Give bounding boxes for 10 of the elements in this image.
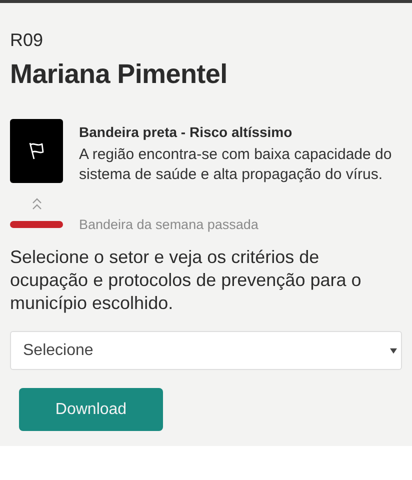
previous-flag-label: Bandeira da semana passada — [79, 217, 258, 232]
instructions-text: Selecione o setor e veja os critérios de ocupação e protocolos de prevenção para o município escolhido. — [10, 246, 362, 315]
double-chevron-up-icon — [31, 197, 43, 211]
caret-icon — [390, 348, 397, 354]
region-code: R09 — [10, 29, 44, 51]
flag-title: Bandeira preta - Risco altíssimo — [79, 123, 294, 141]
download-button[interactable]: Download — [19, 388, 163, 431]
flag-description: A região encontra-se com baixa capacidade do sistema de saúde e alta propagação do vírus. — [79, 145, 393, 185]
region-name: Mariana Pimentel — [10, 58, 228, 91]
sector-select[interactable]: Selecione — [10, 331, 402, 370]
